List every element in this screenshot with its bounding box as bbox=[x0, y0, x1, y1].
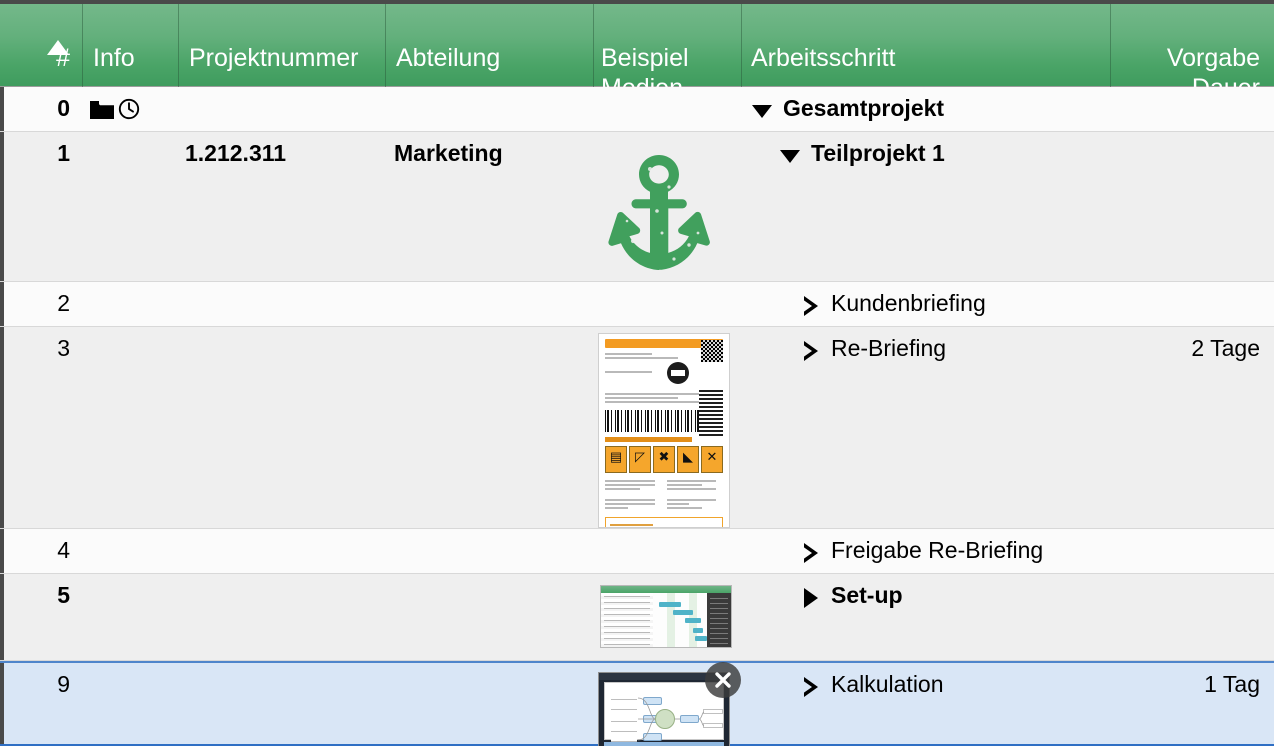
cell-vorgabe-dauer bbox=[1110, 132, 1274, 281]
cell-arbeitsschritt[interactable]: Set-up bbox=[741, 574, 1110, 660]
project-table-window: # Info Projektnummer Abteilung Beispiel … bbox=[0, 0, 1274, 746]
anchor-logo-icon[interactable] bbox=[593, 138, 725, 288]
cell-abteilung bbox=[385, 87, 593, 131]
table-row[interactable]: 5 Set-up bbox=[0, 574, 1274, 661]
cell-beispiel-medien[interactable] bbox=[593, 574, 741, 660]
cell-num: 4 bbox=[57, 537, 70, 563]
disclosure-triangle-collapsed-icon[interactable] bbox=[804, 588, 818, 608]
cell-arbeitsschritt[interactable]: Gesamtprojekt bbox=[741, 87, 1110, 131]
gantt-chart-screenshot-icon bbox=[600, 585, 732, 648]
column-header-info[interactable]: Info bbox=[82, 4, 178, 87]
cell-num: 5 bbox=[57, 582, 70, 608]
cell-abteilung bbox=[385, 574, 593, 660]
cell-vorgabe-dauer: 2 Tage bbox=[1191, 335, 1260, 361]
arbeitsschritt-label: Freigabe Re-Briefing bbox=[831, 537, 1044, 563]
cell-info[interactable] bbox=[82, 282, 178, 326]
table-row[interactable]: 4 Freigabe Re-Briefing bbox=[0, 529, 1274, 574]
cell-info[interactable] bbox=[82, 132, 178, 281]
disclosure-triangle-leaf-icon[interactable] bbox=[802, 341, 818, 361]
cell-num: 3 bbox=[57, 335, 70, 361]
cell-projektnummer bbox=[178, 663, 385, 744]
cell-vorgabe-dauer bbox=[1110, 87, 1274, 131]
column-header-arbeitsschritt[interactable]: Arbeitsschritt bbox=[741, 4, 1110, 87]
column-header-projektnummer-label: Projektnummer bbox=[189, 44, 359, 72]
cell-num: 2 bbox=[57, 290, 70, 316]
table-row[interactable]: 1 1.212.311 Marketing Teilprojekt 1 bbox=[0, 132, 1274, 282]
cell-beispiel-medien[interactable] bbox=[593, 282, 741, 326]
arbeitsschritt-label: Kundenbriefing bbox=[831, 290, 986, 316]
disclosure-triangle-leaf-icon[interactable] bbox=[802, 543, 818, 563]
disclosure-triangle-expanded-icon[interactable] bbox=[752, 105, 772, 118]
media-thumbnail-shipping-label[interactable]: ▤ ◸ ✖ ◣ ✕ bbox=[598, 333, 730, 528]
cell-beispiel-medien[interactable] bbox=[593, 87, 741, 131]
column-header-vorgabe-dauer-label: Vorgabe Dauer bbox=[1166, 44, 1260, 87]
cell-arbeitsschritt[interactable]: Kalkulation bbox=[741, 663, 1110, 744]
cell-projektnummer bbox=[178, 529, 385, 573]
cell-beispiel-medien[interactable] bbox=[593, 529, 741, 573]
cell-vorgabe-dauer bbox=[1110, 574, 1274, 660]
arbeitsschritt-label: Gesamtprojekt bbox=[783, 95, 945, 121]
cell-arbeitsschritt[interactable]: Freigabe Re-Briefing bbox=[741, 529, 1110, 573]
cell-abteilung bbox=[385, 663, 593, 744]
cell-projektnummer bbox=[178, 87, 385, 131]
clock-icon[interactable] bbox=[118, 98, 140, 126]
column-header-info-label: Info bbox=[93, 44, 135, 72]
arbeitsschritt-label: Teilprojekt 1 bbox=[811, 140, 945, 166]
table-header-row: # Info Projektnummer Abteilung Beispiel … bbox=[0, 4, 1274, 87]
cell-arbeitsschritt[interactable]: Kundenbriefing bbox=[741, 282, 1110, 326]
column-header-vorgabe-dauer[interactable]: Vorgabe Dauer bbox=[1110, 4, 1274, 87]
cell-arbeitsschritt[interactable]: Teilprojekt 1 bbox=[741, 132, 1110, 281]
cell-beispiel-medien[interactable]: ▤ ◸ ✖ ◣ ✕ bbox=[593, 327, 741, 528]
cell-beispiel-medien[interactable] bbox=[593, 132, 741, 281]
arbeitsschritt-label: Kalkulation bbox=[831, 671, 944, 697]
column-header-beispiel-medien-label: Beispiel Medien bbox=[601, 44, 689, 87]
table-row-selected[interactable]: 9 Kalkulation 1 Tag bbox=[0, 661, 1274, 746]
cell-arbeitsschritt[interactable]: Re-Briefing bbox=[741, 327, 1110, 528]
folder-icon[interactable] bbox=[90, 99, 114, 126]
arbeitsschritt-label: Set-up bbox=[831, 582, 903, 608]
table-row[interactable]: 3 ▤ ◸ ✖ ◣ ✕ Re-Briefing 2 Tage bbox=[0, 327, 1274, 529]
cell-beispiel-medien[interactable] bbox=[593, 662, 741, 746]
cell-vorgabe-dauer bbox=[1110, 282, 1274, 326]
cell-abteilung: Marketing bbox=[394, 140, 503, 166]
disclosure-triangle-expanded-icon[interactable] bbox=[780, 150, 800, 163]
column-header-num[interactable]: # bbox=[0, 4, 82, 87]
cell-info[interactable] bbox=[82, 87, 178, 131]
cell-info[interactable] bbox=[82, 529, 178, 573]
table-row[interactable]: 2 Kundenbriefing bbox=[0, 282, 1274, 327]
cell-projektnummer bbox=[178, 574, 385, 660]
column-header-beispiel-medien[interactable]: Beispiel Medien bbox=[593, 4, 741, 87]
cell-abteilung bbox=[385, 529, 593, 573]
cell-projektnummer: 1.212.311 bbox=[185, 140, 287, 166]
sort-ascending-icon[interactable] bbox=[47, 40, 69, 55]
media-thumbnail-mindmap[interactable] bbox=[598, 662, 741, 746]
arbeitsschritt-label: Re-Briefing bbox=[831, 335, 947, 361]
cell-num: 1 bbox=[57, 140, 70, 166]
shipping-label-document-icon: ▤ ◸ ✖ ◣ ✕ bbox=[598, 333, 730, 528]
table-body: 0 Gesamtprojekt 1 1.212.311 Marketing Te… bbox=[0, 87, 1274, 746]
cell-info[interactable] bbox=[82, 663, 178, 744]
cell-projektnummer bbox=[178, 327, 385, 528]
column-header-abteilung[interactable]: Abteilung bbox=[385, 4, 593, 87]
cell-info[interactable] bbox=[82, 327, 178, 528]
close-icon bbox=[715, 672, 731, 688]
cell-abteilung bbox=[385, 327, 593, 528]
cell-num: 9 bbox=[57, 671, 70, 697]
media-thumbnail-gantt[interactable] bbox=[600, 585, 732, 648]
cell-num: 0 bbox=[57, 95, 70, 121]
cell-abteilung bbox=[385, 282, 593, 326]
cell-vorgabe-dauer bbox=[1110, 529, 1274, 573]
cell-vorgabe-dauer: 1 Tag bbox=[1204, 671, 1260, 697]
column-header-projektnummer[interactable]: Projektnummer bbox=[178, 4, 385, 87]
remove-media-close-icon[interactable] bbox=[705, 662, 741, 698]
cell-projektnummer bbox=[178, 282, 385, 326]
column-header-abteilung-label: Abteilung bbox=[396, 44, 501, 72]
disclosure-triangle-leaf-icon[interactable] bbox=[802, 296, 818, 316]
column-header-arbeitsschritt-label: Arbeitsschritt bbox=[751, 44, 896, 72]
cell-info[interactable] bbox=[82, 574, 178, 660]
table-row[interactable]: 0 Gesamtprojekt bbox=[0, 87, 1274, 132]
disclosure-triangle-leaf-icon[interactable] bbox=[802, 677, 818, 697]
